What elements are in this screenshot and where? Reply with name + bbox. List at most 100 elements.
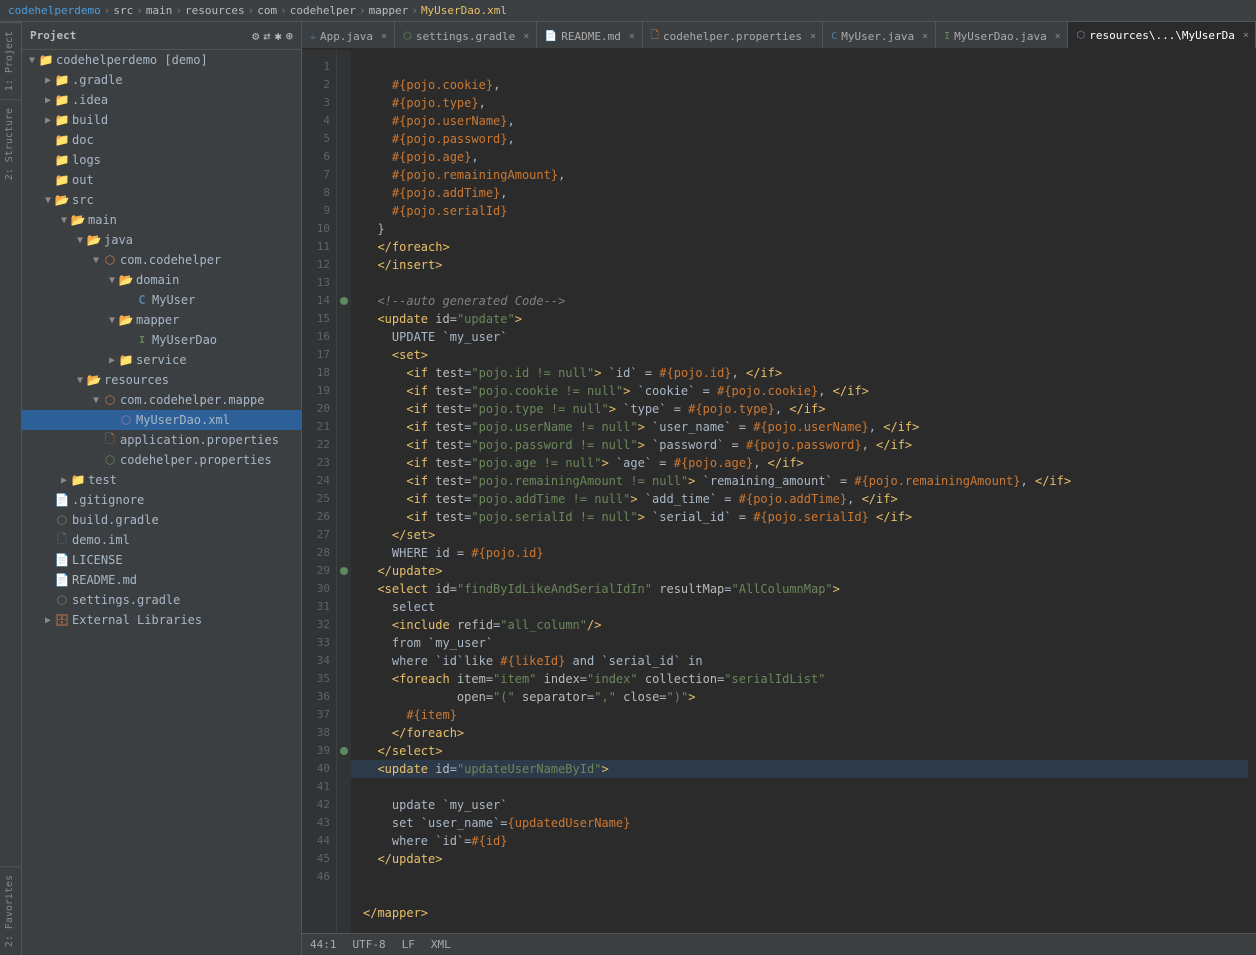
folder-open-icon: 📂 xyxy=(54,193,70,207)
tab-close-readme[interactable]: × xyxy=(629,31,635,42)
expand-icon: ▼ xyxy=(26,55,38,66)
tree-item-out[interactable]: ▶ 📁 out xyxy=(22,170,301,190)
tree-item-package2[interactable]: ▼ ⬡ com.codehelper.mappe xyxy=(22,390,301,410)
gutter xyxy=(337,50,351,933)
folder-icon: 📁 xyxy=(54,113,70,127)
sidebar-icon-4[interactable]: ⊕ xyxy=(286,29,293,43)
sidebar-icon-1[interactable]: ⚙ xyxy=(252,29,259,43)
tree-item-myuserdao-xml[interactable]: ▶ ⬡ MyUserDao.xml xyxy=(22,410,301,430)
tree-item-doc[interactable]: ▶ 📁 doc xyxy=(22,130,301,150)
xml-icon: ⬡ xyxy=(118,413,134,427)
tab-close-myuser[interactable]: × xyxy=(922,31,928,42)
tab-codehelper-props[interactable]: 🗋 codehelper.properties × xyxy=(643,22,823,50)
tree-item-build[interactable]: ▶ 📁 build xyxy=(22,110,301,130)
folder-icon: 📁 xyxy=(54,93,70,107)
tab-close-myuserdaoxml[interactable]: × xyxy=(1243,30,1249,41)
sidebar-header-icons: ⚙ ⇄ ✱ ⊕ xyxy=(252,29,293,43)
main-layout: 1: Project 2: Structure 2: Favorites Pro… xyxy=(0,22,1256,955)
title-path: codehelperdemo › src › main › resources … xyxy=(8,4,507,17)
tab-close-settings[interactable]: × xyxy=(523,31,529,42)
java-tab-icon: C xyxy=(831,31,837,42)
tree-item-external-libs[interactable]: ▶ 🗄 External Libraries xyxy=(22,610,301,630)
folder-icon: 📁 xyxy=(54,153,70,167)
status-encoding: UTF-8 xyxy=(353,938,386,951)
interface-icon: I xyxy=(134,335,150,346)
tree-item-test[interactable]: ▶ 📁 test xyxy=(22,470,301,490)
props-tab-icon: 🗋 xyxy=(651,28,659,45)
project-tab[interactable]: 1: Project xyxy=(0,22,21,99)
project-icon: 📁 xyxy=(38,53,54,67)
title-project: codehelperdemo xyxy=(8,4,101,17)
project-tree[interactable]: ▼ 📁 codehelperdemo [demo] ▶ 📁 .gradle ▶ … xyxy=(22,50,301,955)
favorites-tab[interactable]: 2: Favorites xyxy=(0,866,21,955)
folder-open-icon: 📂 xyxy=(86,233,102,247)
license-icon: 📄 xyxy=(54,553,70,567)
folder-icon: 📁 xyxy=(70,473,86,487)
sidebar: Project ⚙ ⇄ ✱ ⊕ ▼ 📁 codehelperdemo [demo… xyxy=(22,22,302,955)
folder-open-icon: 📂 xyxy=(118,313,134,327)
sidebar-icon-2[interactable]: ⇄ xyxy=(263,29,270,43)
md-icon: 📄 xyxy=(54,573,70,587)
folder-open-icon: 📂 xyxy=(70,213,86,227)
tree-item-gitignore[interactable]: ▶ 📄 .gitignore xyxy=(22,490,301,510)
tab-myuserdao-java[interactable]: I MyUserDao.java × xyxy=(936,22,1068,50)
tab-close-app[interactable]: × xyxy=(381,31,387,42)
tree-item-license[interactable]: ▶ 📄 LICENSE xyxy=(22,550,301,570)
tree-item-java[interactable]: ▼ 📂 java xyxy=(22,230,301,250)
status-line-ending: LF xyxy=(402,938,415,951)
external-libs-icon: 🗄 xyxy=(54,613,70,627)
tab-myuser-java[interactable]: C MyUser.java × xyxy=(823,22,936,50)
tab-close-chprops[interactable]: × xyxy=(810,31,816,42)
tree-item-src[interactable]: ▼ 📂 src xyxy=(22,190,301,210)
tree-item-main[interactable]: ▼ 📂 main xyxy=(22,210,301,230)
tree-item-myuserdao[interactable]: ▶ I MyUserDao xyxy=(22,330,301,350)
properties-icon: ⬡ xyxy=(102,453,118,467)
tree-item-application-props[interactable]: ▶ 🗋 application.properties xyxy=(22,430,301,450)
tree-item-buildgradle[interactable]: ▶ ⬡ build.gradle xyxy=(22,510,301,530)
editor-panel: ☕ App.java × ⬡ settings.gradle × 📄 READM… xyxy=(302,22,1256,955)
tree-item-idea[interactable]: ▶ 📁 .idea xyxy=(22,90,301,110)
structure-tab[interactable]: 2: Structure xyxy=(0,99,21,188)
gradle-icon: ⬡ xyxy=(54,593,70,607)
tree-item-myuser-class[interactable]: ▶ C MyUser xyxy=(22,290,301,310)
java-icon: ☕ xyxy=(310,31,316,42)
tree-root[interactable]: ▼ 📁 codehelperdemo [demo] xyxy=(22,50,301,70)
iml-icon: 🗋 xyxy=(54,530,70,551)
code-content[interactable]: #{pojo.cookie}, #{pojo.type}, #{pojo.use… xyxy=(351,50,1256,933)
xml-tab-icon: ⬡ xyxy=(1076,30,1085,41)
gradle-tab-icon: ⬡ xyxy=(403,31,412,42)
package-icon: ⬡ xyxy=(102,393,118,407)
project-label: codehelperdemo [demo] xyxy=(56,53,208,67)
line-numbers: 1 2 3 4 5 6 7 8 9 10 11 12 13 14 15 16 1… xyxy=(302,50,337,933)
tab-settings-gradle[interactable]: ⬡ settings.gradle × xyxy=(395,22,537,50)
folder-open-icon: 📂 xyxy=(86,373,102,387)
tree-item-mapper-folder[interactable]: ▼ 📂 mapper xyxy=(22,310,301,330)
sidebar-title: Project xyxy=(30,29,76,42)
tree-item-domain[interactable]: ▼ 📂 domain xyxy=(22,270,301,290)
md-tab-icon: 📄 xyxy=(545,31,557,42)
tab-close-myuserdao[interactable]: × xyxy=(1055,31,1061,42)
package-icon: ⬡ xyxy=(102,253,118,267)
folder-icon: 📁 xyxy=(54,133,70,147)
tree-item-logs[interactable]: ▶ 📁 logs xyxy=(22,150,301,170)
sidebar-icon-3[interactable]: ✱ xyxy=(275,29,282,43)
tree-item-settingsgradle[interactable]: ▶ ⬡ settings.gradle xyxy=(22,590,301,610)
interface-tab-icon: I xyxy=(944,31,950,42)
folder-icon: 📁 xyxy=(118,353,134,367)
tab-bar: ☕ App.java × ⬡ settings.gradle × 📄 READM… xyxy=(302,22,1256,50)
tab-myuserdao-xml[interactable]: ⬡ resources\...\MyUserDa × xyxy=(1068,22,1256,50)
tree-item-demoiil[interactable]: ▶ 🗋 demo.iml xyxy=(22,530,301,550)
status-position: 44:1 xyxy=(310,938,337,951)
class-icon: C xyxy=(134,293,150,307)
tree-item-service[interactable]: ▶ 📁 service xyxy=(22,350,301,370)
title-bar: codehelperdemo › src › main › resources … xyxy=(0,0,1256,22)
git-icon: 📄 xyxy=(54,493,70,507)
code-editor[interactable]: 1 2 3 4 5 6 7 8 9 10 11 12 13 14 15 16 1… xyxy=(302,50,1256,933)
tree-item-readme[interactable]: ▶ 📄 README.md xyxy=(22,570,301,590)
tree-item-gradle-dir[interactable]: ▶ 📁 .gradle xyxy=(22,70,301,90)
tree-item-package[interactable]: ▼ ⬡ com.codehelper xyxy=(22,250,301,270)
tree-item-resources[interactable]: ▼ 📂 resources xyxy=(22,370,301,390)
tab-app-java[interactable]: ☕ App.java × xyxy=(302,22,395,50)
tab-readme[interactable]: 📄 README.md × xyxy=(537,22,643,50)
tree-item-codehelper-props[interactable]: ▶ ⬡ codehelper.properties xyxy=(22,450,301,470)
